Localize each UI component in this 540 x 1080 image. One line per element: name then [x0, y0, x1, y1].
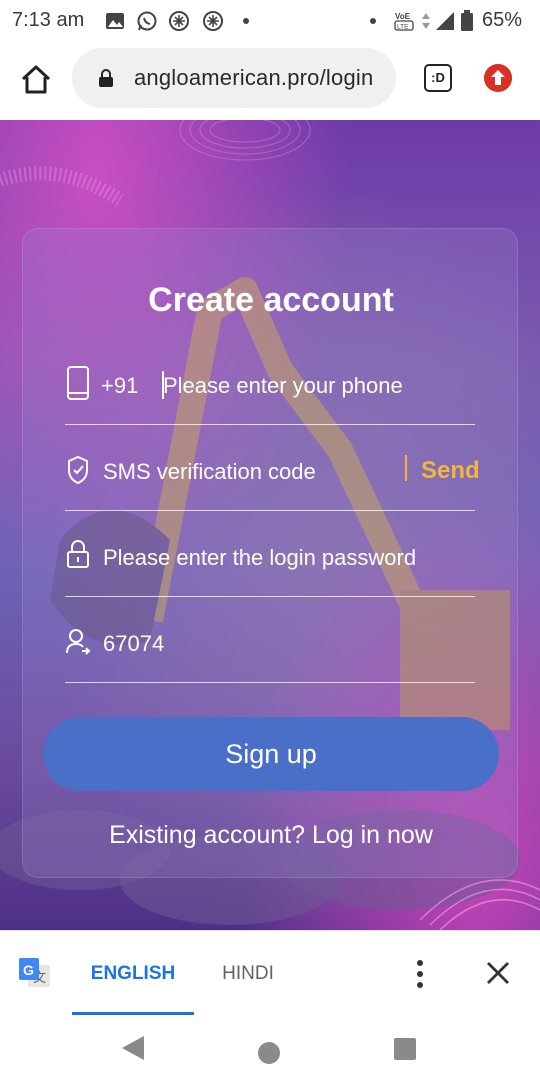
- app-icon: [169, 11, 189, 31]
- shield-icon: [68, 455, 88, 485]
- tab-english-label: ENGLISH: [90, 963, 176, 984]
- sms-code-input[interactable]: SMS verification code: [103, 459, 316, 485]
- sms-code-field[interactable]: SMS verification code Send: [65, 425, 480, 511]
- browser-toolbar: angloamerican.pro/login :D: [0, 42, 540, 120]
- svg-text:VoE: VoE: [395, 12, 411, 21]
- address-bar[interactable]: angloamerican.pro/login: [72, 48, 396, 108]
- user-icon: [66, 629, 91, 655]
- invite-code-field[interactable]: 67074: [65, 597, 475, 683]
- page-hero: Create account +91 Please enter your pho…: [0, 120, 540, 930]
- gallery-icon: [106, 13, 124, 29]
- translate-bar: 文 G ENGLISH HINDI: [0, 930, 540, 1016]
- system-nav-bar: [0, 1016, 540, 1080]
- login-link[interactable]: Existing account? Log in now: [23, 821, 519, 850]
- send-divider: [405, 455, 407, 481]
- address-url: angloamerican.pro/login: [134, 65, 374, 90]
- password-field[interactable]: Please enter the login password: [65, 511, 475, 597]
- tab-english[interactable]: ENGLISH: [72, 931, 194, 1017]
- close-icon[interactable]: [484, 959, 512, 987]
- password-input[interactable]: Please enter the login password: [103, 545, 416, 571]
- phone-field[interactable]: +91 Please enter your phone: [65, 339, 475, 425]
- invite-code-input[interactable]: 67074: [103, 631, 164, 657]
- home-nav-icon[interactable]: [258, 1042, 280, 1064]
- status-bar: 7:13 am VoE LTE 65%: [0, 0, 540, 42]
- dot-icon: [370, 18, 376, 24]
- battery-icon: [461, 10, 473, 31]
- more-options-icon[interactable]: [406, 957, 434, 991]
- phone-icon: [67, 366, 89, 400]
- dot-icon: [243, 18, 249, 24]
- tab-switcher-button[interactable]: :D: [424, 64, 452, 92]
- lock-icon: [67, 540, 89, 568]
- signal-icon: [436, 12, 454, 30]
- sign-up-button[interactable]: Sign up: [43, 717, 499, 791]
- lock-icon: [99, 69, 113, 87]
- google-translate-icon: 文 G: [19, 958, 50, 987]
- back-icon[interactable]: [120, 1034, 146, 1062]
- active-tab-indicator: [72, 1012, 194, 1015]
- tab-hindi-label: HINDI: [222, 963, 274, 984]
- whatsapp-icon: [137, 11, 157, 31]
- country-code[interactable]: +91: [101, 373, 138, 399]
- signup-card: Create account +91 Please enter your pho…: [22, 228, 518, 878]
- tab-hindi[interactable]: HINDI: [204, 931, 292, 1017]
- update-icon[interactable]: [484, 64, 512, 92]
- home-icon[interactable]: [18, 62, 54, 98]
- battery-percent: 65%: [481, 9, 522, 31]
- phone-input[interactable]: Please enter your phone: [163, 373, 403, 399]
- status-time: 7:13 am: [12, 9, 85, 31]
- recents-icon[interactable]: [394, 1038, 416, 1060]
- volte-icon: VoE LTE: [394, 12, 414, 31]
- app-icon: [203, 11, 223, 31]
- send-code-button[interactable]: Send: [421, 457, 480, 485]
- svg-text:G: G: [23, 962, 34, 978]
- data-arrows-icon: [422, 13, 430, 29]
- page-title: Create account: [148, 281, 394, 319]
- svg-text:LTE: LTE: [397, 24, 409, 31]
